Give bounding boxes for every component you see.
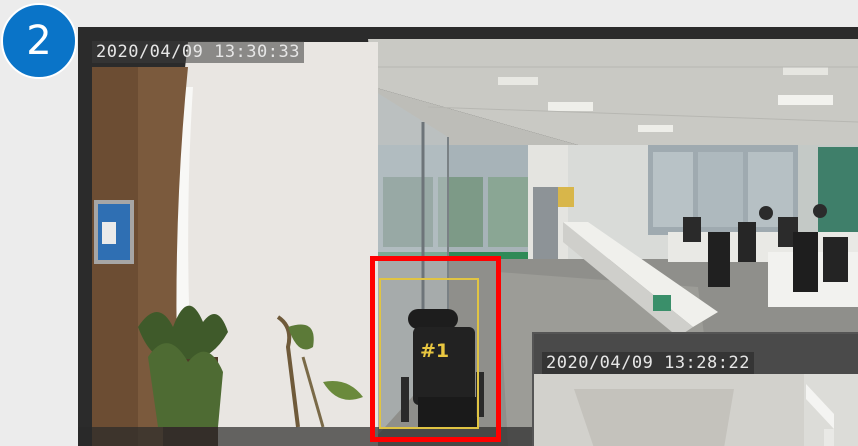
camera-feed-inset[interactable]: 2020/04/09 13:28:22 xyxy=(532,332,858,446)
inset-scene-image xyxy=(534,334,858,446)
detection-id-label: #1 xyxy=(420,340,450,362)
main-camera-timestamp: 2020/04/09 13:30:33 xyxy=(92,41,304,63)
inset-camera-timestamp: 2020/04/09 13:28:22 xyxy=(542,352,754,374)
step-number: 2 xyxy=(26,18,52,64)
step-number-badge: 2 xyxy=(1,3,77,79)
